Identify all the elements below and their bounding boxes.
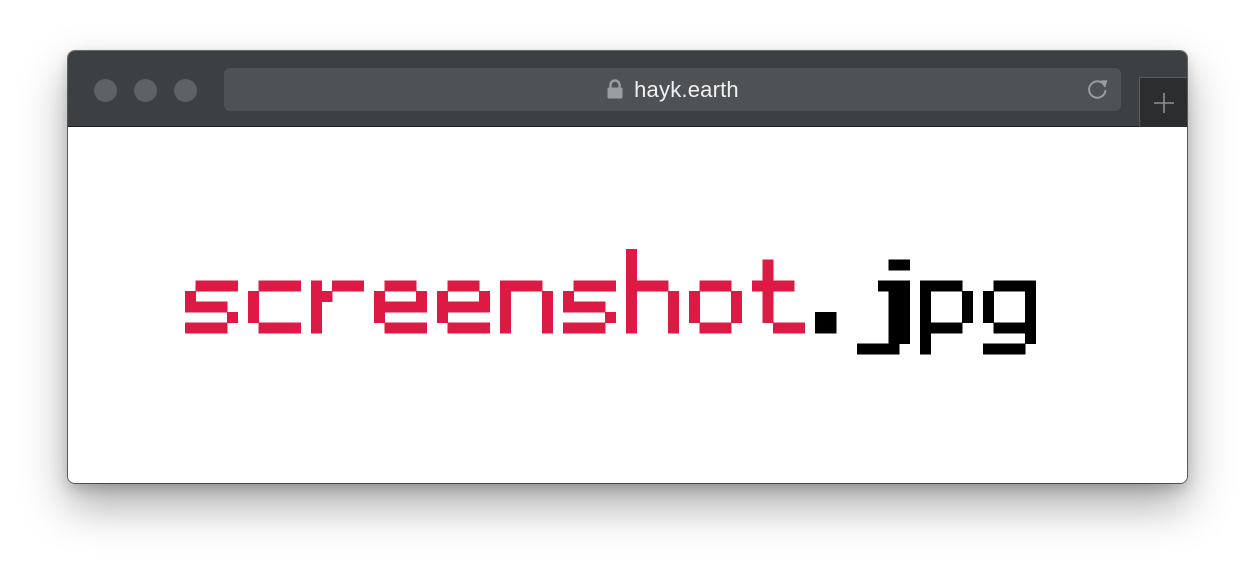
plus-icon: [1153, 92, 1174, 113]
logo-glyph-p: [920, 280, 973, 355]
logo-glyph-g: [983, 280, 1036, 355]
zoom-window-button[interactable]: [174, 79, 197, 102]
minimize-window-button[interactable]: [134, 79, 157, 102]
logo-glyph-s: [185, 280, 238, 334]
url-text: hayk.earth: [634, 76, 739, 102]
close-window-button[interactable]: [94, 79, 117, 102]
logo-glyph-o: [689, 280, 742, 334]
logo-glyph-n: [500, 280, 553, 334]
logo-glyph-j: [857, 259, 910, 355]
page-content: screenshot.jpg: [68, 127, 1187, 483]
site-logo: screenshot.jpg: [185, 249, 1036, 355]
browser-toolbar: hayk.earth: [68, 51, 1187, 127]
new-tab-button[interactable]: [1139, 77, 1187, 127]
lock-icon: [607, 78, 623, 98]
logo-extension: [815, 259, 1036, 355]
logo-glyph-s: [563, 280, 616, 334]
logo-glyph-dot: [815, 312, 837, 334]
logo-glyph-h: [626, 249, 679, 334]
logo-glyph-r: [311, 280, 364, 334]
address-bar-content: hayk.earth: [224, 68, 1121, 111]
logo-name: [185, 249, 805, 334]
logo-glyph-c: [248, 280, 301, 334]
logo-glyph-e: [374, 280, 427, 334]
logo-glyph-t: [752, 259, 805, 334]
address-bar[interactable]: hayk.earth: [224, 68, 1121, 111]
logo-glyph-e: [437, 280, 490, 334]
browser-window: hayk.earth screenshot.jpg: [68, 51, 1187, 483]
reload-icon[interactable]: [1085, 77, 1110, 102]
